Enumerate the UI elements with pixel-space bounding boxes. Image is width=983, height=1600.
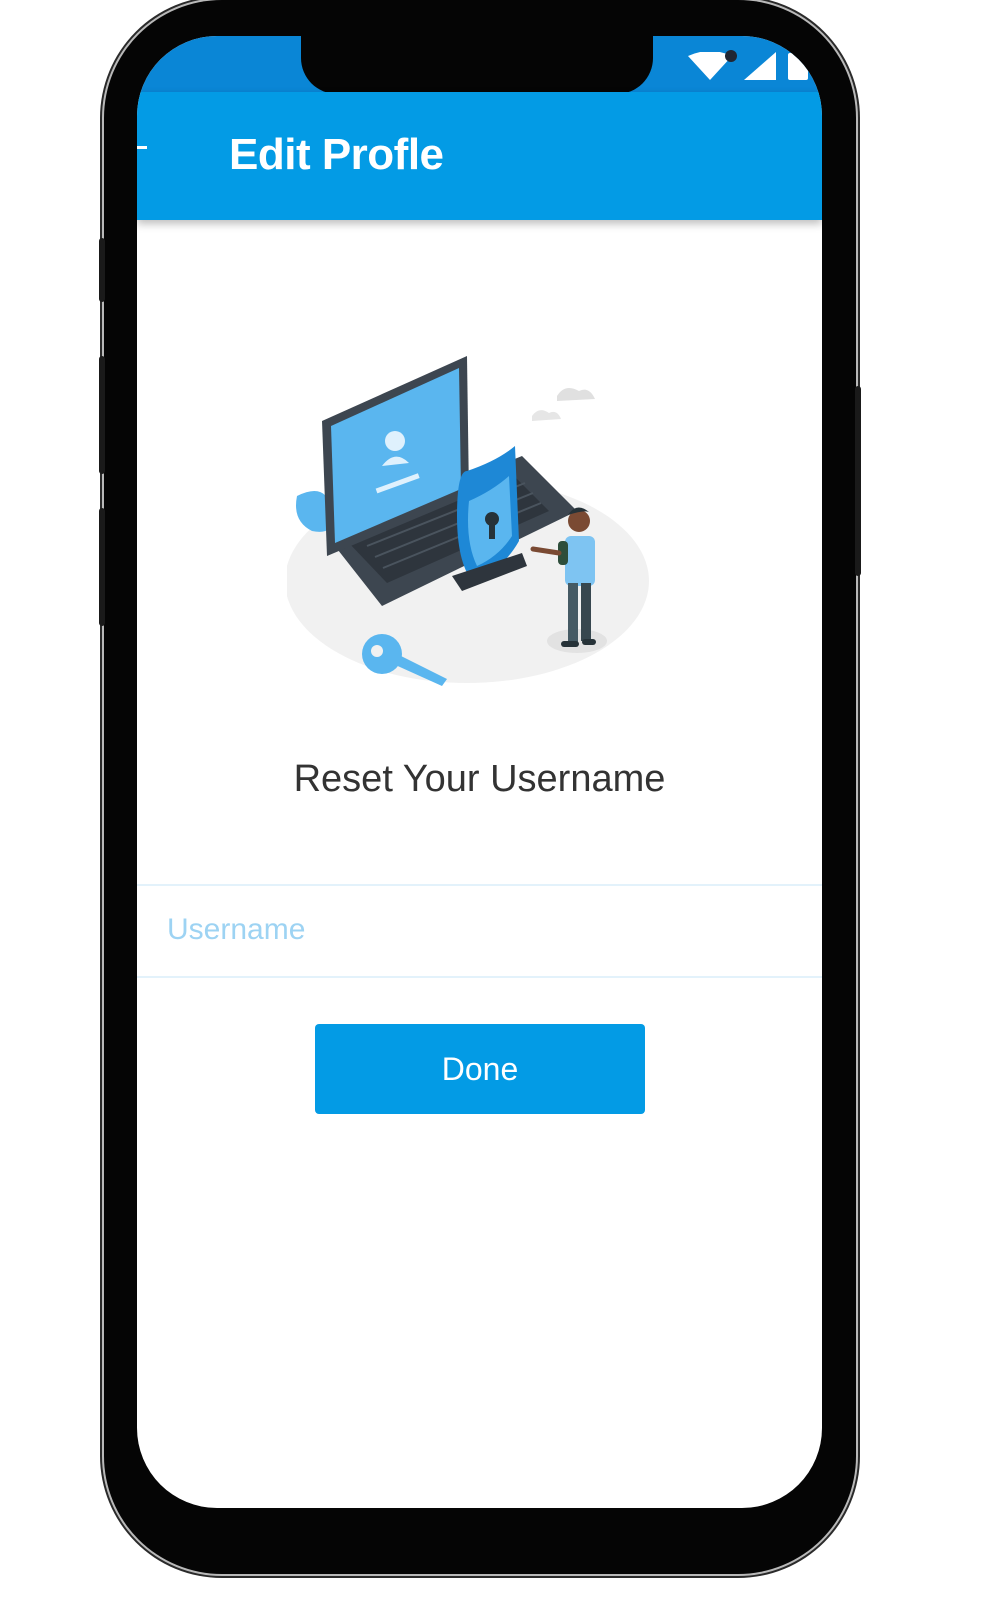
page-title: Edit Profle [229,130,444,179]
security-illustration [287,356,649,686]
mute-switch [99,238,105,302]
camera [725,50,737,62]
reset-username-heading: Reset Your Username [293,758,666,800]
app-bar: Edit Profle [137,92,822,220]
username-field [137,884,822,978]
back-arrow-icon[interactable] [137,146,147,149]
notch [301,36,737,94]
volume-up-button [99,356,105,474]
screen: Edit Profle Reset Your Username Username… [137,36,822,1508]
username-input[interactable] [167,910,787,950]
volume-down-button [99,508,105,626]
signal-icon [744,52,776,80]
status-icons [688,50,808,80]
done-button[interactable]: Done [315,1024,645,1114]
battery-icon [788,50,808,80]
power-button [855,386,861,576]
